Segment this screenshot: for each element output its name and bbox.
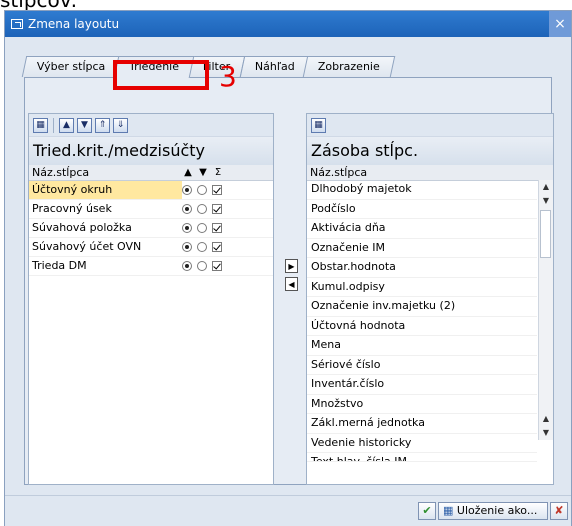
list-item[interactable]: Text hlav. čísla IM — [307, 453, 537, 462]
list-item[interactable]: Súvahová položka — [29, 219, 273, 238]
scroll-down-icon[interactable]: ▼ — [539, 426, 553, 440]
right-panel-title: Zásoba stĺpc. — [307, 137, 553, 165]
ascending-radio[interactable] — [182, 242, 192, 252]
close-icon[interactable]: × — [549, 11, 571, 37]
right-column-header: Náz.stĺpca — [307, 165, 553, 181]
list-item[interactable]: Množstvo — [307, 395, 537, 414]
column-set-list: Dlhodobý majetok Podčíslo Aktivácia dňa … — [307, 180, 537, 462]
list-item[interactable]: Dlhodobý majetok — [307, 180, 537, 200]
confirm-icon[interactable]: ✔ — [418, 502, 436, 520]
move-up-icon[interactable]: ▲ — [59, 117, 74, 133]
column-name-header: Náz.stĺpca — [310, 166, 368, 179]
list-item[interactable]: Označenie inv.majetku (2) — [307, 297, 537, 317]
list-item[interactable]: Súvahový účet OVN — [29, 238, 273, 257]
list-item[interactable]: Účtovný okruh — [29, 181, 273, 200]
ascending-radio[interactable] — [182, 185, 192, 195]
subtotal-checkbox[interactable] — [212, 261, 222, 271]
descending-radio[interactable] — [197, 185, 207, 195]
sort-ascending-icon: ▲ — [184, 167, 192, 178]
left-panel-title: Tried.krit./medzisúčty — [29, 137, 273, 165]
move-top-icon[interactable]: ⇑ — [95, 117, 110, 133]
scroll-up-icon[interactable]: ▲ — [539, 180, 553, 194]
list-item[interactable]: Obstar.hodnota — [307, 258, 537, 278]
title-bar: Zmena layoutu × — [5, 11, 571, 37]
subtotal-icon: Σ — [214, 167, 222, 178]
subtotal-checkbox[interactable] — [212, 242, 222, 252]
sort-criteria-panel: ▦ ▲ ▼ ⇑ ⇓ Tried.krit./medzisúčty Náz.stĺ… — [28, 113, 274, 485]
window-icon — [11, 19, 23, 29]
list-item[interactable]: Zákl.merná jednotka — [307, 414, 537, 434]
list-item[interactable]: Aktivácia dňa — [307, 219, 537, 239]
save-as-button[interactable]: ▦ Uloženie ako... — [438, 502, 548, 520]
tab-preview[interactable]: Náhľad — [239, 56, 310, 77]
step-number: 3 — [219, 60, 237, 93]
list-item[interactable]: Trieda DM — [29, 257, 273, 276]
move-left-icon[interactable]: ◀ — [285, 277, 298, 291]
window-title: Zmena layoutu — [28, 17, 120, 31]
list-item[interactable]: Sériové číslo — [307, 356, 537, 375]
subtotal-checkbox[interactable] — [212, 185, 222, 195]
find-icon[interactable]: ▦ — [311, 117, 326, 133]
sort-option-headers: ▲ ▼ Σ — [182, 165, 227, 180]
tab-column-selection[interactable]: Výber stĺpca — [21, 56, 121, 77]
scroll-up-icon[interactable]: ▲ — [539, 412, 553, 426]
right-toolbar: ▦ — [307, 114, 553, 137]
scroll-down-icon[interactable]: ▼ — [539, 194, 553, 208]
column-set-panel: ▦ Zásoba stĺpc. Náz.stĺpca Dlhodobý maje… — [306, 113, 554, 485]
list-item[interactable]: Inventár.číslo — [307, 375, 537, 395]
highlight-box — [113, 60, 209, 90]
list-item[interactable]: Mena — [307, 336, 537, 356]
toolbar-separator — [53, 117, 54, 133]
vertical-scrollbar[interactable]: ▲ ▼ ▲ ▼ — [538, 180, 553, 440]
left-toolbar: ▦ ▲ ▼ ⇑ ⇓ — [29, 114, 273, 137]
list-item[interactable]: Podčíslo — [307, 200, 537, 219]
page-top-text: stĺpcov: — [0, 0, 78, 12]
descending-radio[interactable] — [197, 223, 207, 233]
descending-radio[interactable] — [197, 261, 207, 271]
ascending-radio[interactable] — [182, 204, 192, 214]
sort-descending-icon: ▼ — [199, 167, 207, 178]
ascending-radio[interactable] — [182, 261, 192, 271]
tab-display[interactable]: Zobrazenie — [303, 56, 396, 77]
left-column-header: Náz.stĺpca ▲ ▼ Σ — [29, 165, 273, 181]
subtotal-checkbox[interactable] — [212, 223, 222, 233]
save-as-label: Uloženie ako... — [456, 504, 538, 517]
save-icon: ▦ — [443, 504, 454, 517]
move-bottom-icon[interactable]: ⇓ — [113, 117, 128, 133]
descending-radio[interactable] — [197, 204, 207, 214]
list-item[interactable]: Účtovná hodnota — [307, 317, 537, 336]
list-item[interactable]: Označenie IM — [307, 239, 537, 258]
list-item[interactable]: Pracovný úsek — [29, 200, 273, 219]
list-item[interactable]: Kumul.odpisy — [307, 278, 537, 297]
sort-criteria-list: Účtovný okruh Pracovný úsek Súvahová pol… — [29, 181, 273, 276]
ascending-radio[interactable] — [182, 223, 192, 233]
column-name-header: Náz.stĺpca — [32, 166, 90, 179]
subtotal-checkbox[interactable] — [212, 204, 222, 214]
cancel-icon[interactable]: ✘ — [550, 502, 568, 520]
dialog-footer: ✔ ▦ Uloženie ako... ✘ — [5, 495, 571, 526]
list-item[interactable]: Vedenie historicky — [307, 434, 537, 453]
move-right-icon[interactable]: ▶ — [285, 259, 298, 273]
scroll-thumb[interactable] — [540, 210, 551, 258]
find-icon[interactable]: ▦ — [33, 117, 48, 133]
descending-radio[interactable] — [197, 242, 207, 252]
move-down-icon[interactable]: ▼ — [77, 117, 92, 133]
